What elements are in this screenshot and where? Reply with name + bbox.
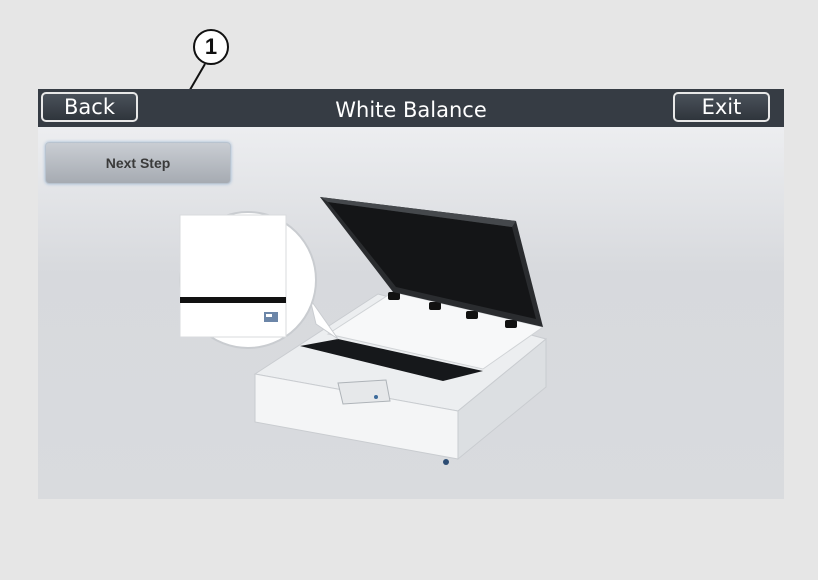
white-balance-screen: Back White Balance Exit Next Step <box>38 89 784 499</box>
magnified-detail <box>179 211 317 349</box>
scanner-illustration <box>179 197 548 465</box>
control-panel <box>337 379 391 405</box>
callout-number-badge: 1 <box>193 29 229 65</box>
power-led <box>443 459 449 465</box>
